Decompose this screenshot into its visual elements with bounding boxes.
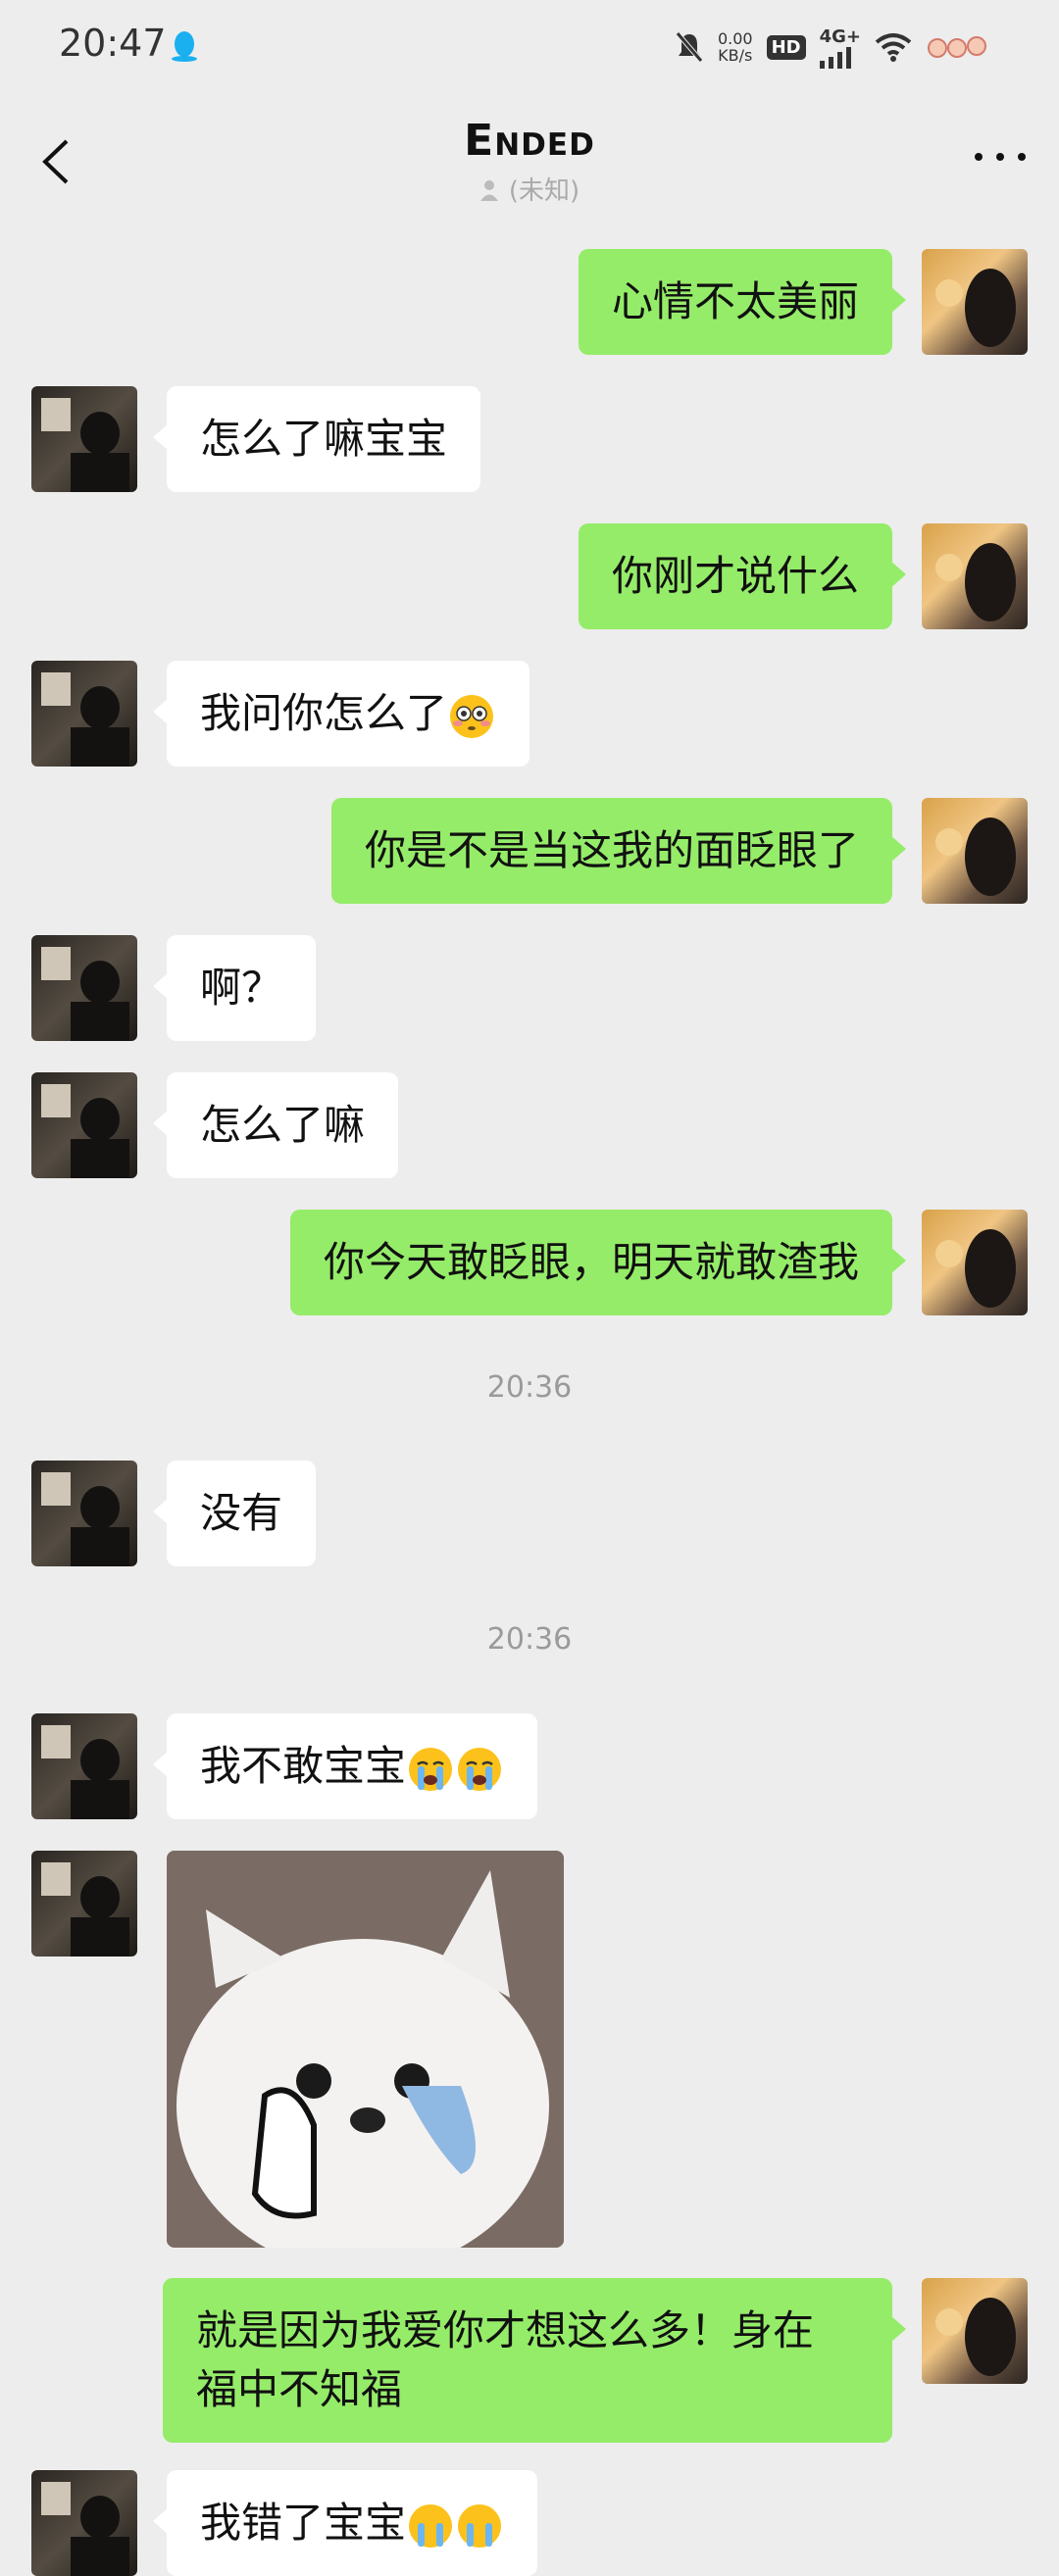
crying-dog-sticker[interactable] xyxy=(167,1851,564,2248)
sent-message-bubble[interactable]: 你是不是当这我的面眨眼了 xyxy=(330,798,907,904)
chat-subtitle: (未知) xyxy=(0,171,1059,207)
contact-avatar[interactable] xyxy=(31,935,137,1041)
network-type-label: 4G+ xyxy=(819,25,861,47)
loudly-crying-face-emoji-icon xyxy=(409,1747,453,1791)
flushed-face-emoji-icon xyxy=(450,694,494,738)
received-message-bubble[interactable]: 怎么了嘛宝宝 xyxy=(152,386,481,492)
contact-avatar[interactable] xyxy=(31,661,137,767)
sent-message-bubble[interactable]: 你今天敢眨眼，明天就敢渣我 xyxy=(289,1210,907,1315)
crying-white-dog-sticker-image xyxy=(167,1851,564,2248)
received-message-bubble[interactable]: 啊？ xyxy=(152,935,317,1041)
received-message-bubble[interactable]: 我问你怎么了 xyxy=(152,661,530,767)
qq-icon xyxy=(172,31,197,62)
network-speed: 0.00 KB/s xyxy=(718,30,753,64)
more-options-icon[interactable] xyxy=(971,149,1030,165)
contact-avatar[interactable] xyxy=(31,1851,137,1957)
contact-avatar[interactable] xyxy=(31,1713,137,1819)
contact-avatar[interactable] xyxy=(31,2470,137,2576)
my-avatar[interactable] xyxy=(922,2278,1028,2384)
sent-message-bubble[interactable]: 就是因为我爱你才想这么多！身在 福中不知福 xyxy=(163,2278,906,2443)
contact-avatar[interactable] xyxy=(31,1072,137,1178)
signal-bars-icon xyxy=(819,46,851,69)
loudly-crying-face-emoji-icon xyxy=(458,1747,502,1791)
status-bar: 20:47 0.00 KB/s HD 4G+ xyxy=(0,0,1059,98)
status-indicators: 0.00 KB/s HD 4G+ xyxy=(675,25,990,69)
network-speed-unit: KB/s xyxy=(718,46,753,65)
my-avatar[interactable] xyxy=(922,1210,1028,1315)
person-icon xyxy=(479,180,498,201)
contact-avatar[interactable] xyxy=(31,1461,137,1566)
received-message-bubble[interactable]: 我不敢宝宝 xyxy=(152,1713,538,1819)
chat-header: Ended (未知) xyxy=(0,98,1059,225)
sent-message-bubble[interactable]: 心情不太美丽 xyxy=(578,249,907,355)
received-message-bubble[interactable]: 怎么了嘛 xyxy=(152,1072,399,1178)
received-message-bubble[interactable]: 我错了宝宝 xyxy=(152,2470,538,2576)
message-text: 我不敢宝宝 xyxy=(200,1742,407,1790)
signal-4g: 4G+ xyxy=(819,25,861,69)
chat-title[interactable]: Ended xyxy=(0,116,1059,166)
battery-icon xyxy=(928,36,986,58)
hd-badge: HD xyxy=(766,34,806,60)
mute-bell-icon xyxy=(676,31,703,63)
message-text: 我问你怎么了 xyxy=(200,689,448,737)
chat-subtitle-text: (未知) xyxy=(508,176,580,206)
my-avatar[interactable] xyxy=(922,798,1028,904)
message-timestamp: 20:36 xyxy=(486,1622,573,1657)
network-speed-value: 0.00 xyxy=(717,29,753,48)
wifi-icon xyxy=(875,33,912,62)
sent-message-bubble[interactable]: 你刚才说什么 xyxy=(578,523,907,629)
my-avatar[interactable] xyxy=(922,523,1028,629)
my-avatar[interactable] xyxy=(922,249,1028,355)
status-time: 20:47 xyxy=(59,22,167,65)
loudly-crying-face-emoji-icon xyxy=(409,2503,453,2548)
contact-avatar[interactable] xyxy=(31,386,137,492)
message-timestamp: 20:36 xyxy=(486,1370,573,1405)
message-text: 我错了宝宝 xyxy=(200,2499,407,2547)
loudly-crying-face-emoji-icon xyxy=(458,2503,502,2548)
received-message-bubble[interactable]: 没有 xyxy=(152,1461,317,1566)
